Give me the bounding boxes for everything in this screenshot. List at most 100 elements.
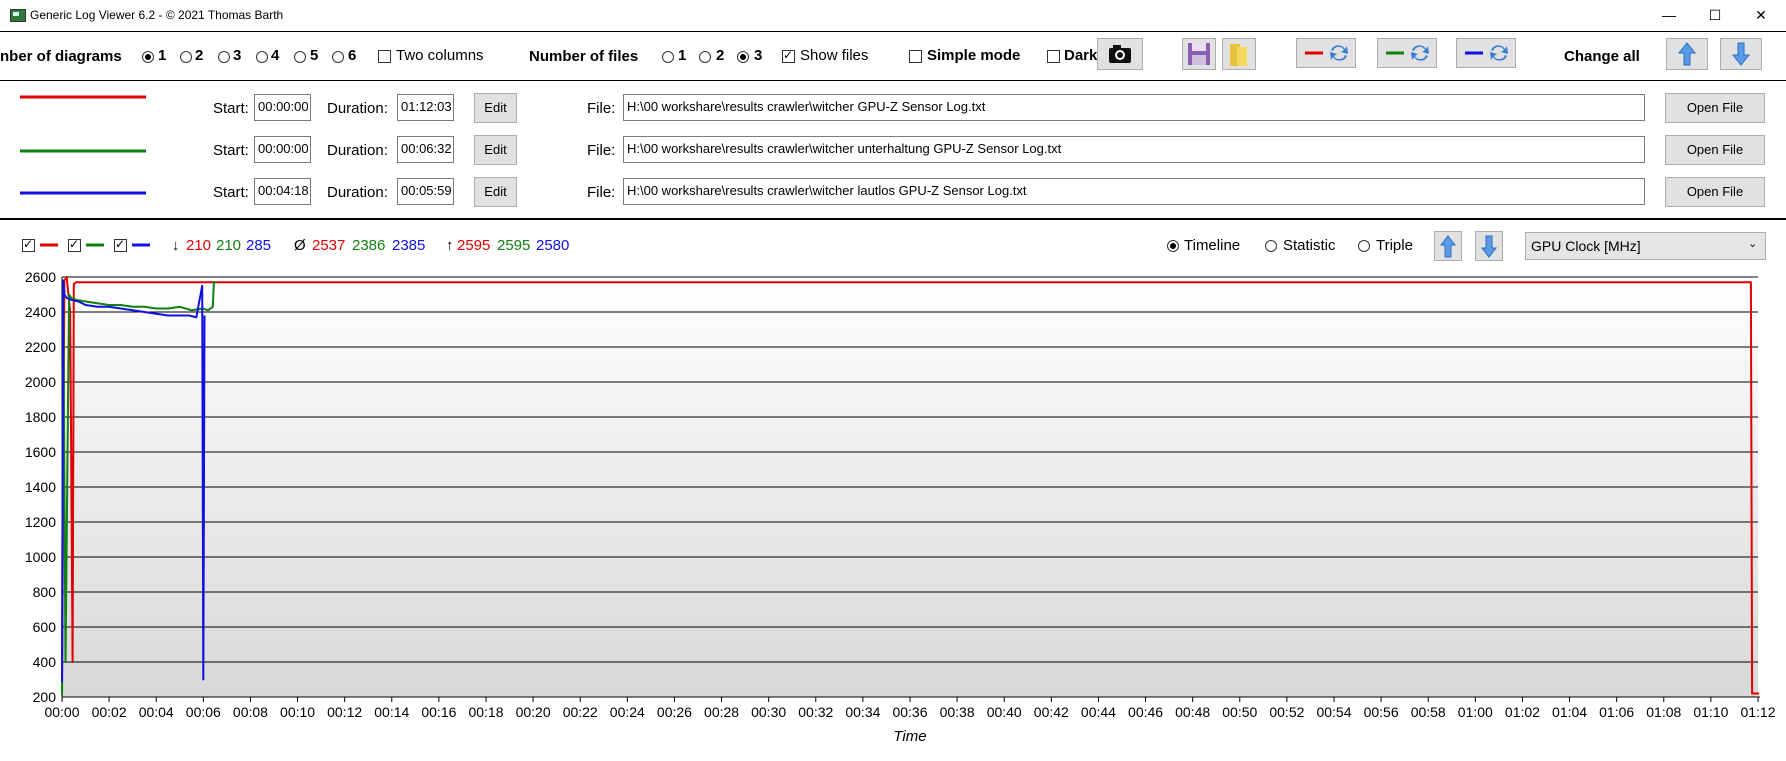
min-symbol: ↓: [172, 237, 180, 254]
simple-mode-checkbox[interactable]: [909, 50, 922, 63]
edit-button-green[interactable]: Edit: [474, 135, 517, 165]
y-tick-label: 2000: [25, 374, 56, 390]
x-tick-label: 01:00: [1458, 704, 1493, 720]
series-red-visible-checkbox[interactable]: [22, 237, 35, 252]
mode-radio-statistic[interactable]: [1265, 240, 1277, 252]
x-tick-label: 00:34: [845, 704, 880, 720]
toolbar: nber of diagrams 1 2 3 4 5 6 Two columns…: [0, 31, 1786, 81]
diagrams-option-3: 3: [233, 47, 242, 64]
diagrams-radio-5[interactable]: [294, 51, 306, 63]
start-field-blue[interactable]: 00:04:18: [254, 178, 311, 205]
diagrams-label: nber of diagrams: [0, 48, 122, 65]
camera-icon: [1109, 45, 1131, 63]
x-tick-label: 00:22: [563, 704, 598, 720]
file-path-blue[interactable]: H:\00 workshare\results crawler\witcher …: [623, 178, 1645, 205]
file-path-green[interactable]: H:\00 workshare\results crawler\witcher …: [623, 136, 1645, 163]
avg-blue: 2385: [392, 237, 426, 254]
duration-label: Duration:: [327, 100, 388, 117]
x-tick-label: 00:54: [1316, 704, 1351, 720]
dark-checkbox[interactable]: [1047, 50, 1060, 63]
avg-red: 2537: [312, 237, 346, 254]
x-tick-label: 00:00: [44, 704, 79, 720]
swap-green-series-button[interactable]: [1377, 38, 1437, 68]
start-label: Start:: [213, 100, 249, 117]
mode-radio-triple[interactable]: [1358, 240, 1370, 252]
edit-button-red[interactable]: Edit: [474, 93, 517, 123]
x-tick-label: 01:04: [1552, 704, 1587, 720]
x-tick-label: 00:10: [280, 704, 315, 720]
y-tick-label: 600: [33, 619, 57, 635]
file-label: File:: [587, 100, 616, 117]
y-tick-label: 2600: [25, 269, 56, 285]
move-up-button[interactable]: [1434, 231, 1462, 261]
dark-label: Dark: [1064, 47, 1098, 64]
x-tick-label: 01:10: [1693, 704, 1728, 720]
file-path-red[interactable]: H:\00 workshare\results crawler\witcher …: [623, 94, 1645, 121]
series-green-visible-checkbox[interactable]: [68, 237, 81, 252]
duration-field-red[interactable]: 01:12:03: [397, 94, 454, 121]
close-button[interactable]: ✕: [1738, 0, 1784, 31]
x-tick-label: 00:44: [1081, 704, 1116, 720]
x-tick-label: 00:28: [704, 704, 739, 720]
y-tick-label: 200: [33, 689, 57, 705]
y-tick-label: 2200: [25, 339, 56, 355]
mode-label-timeline: Timeline: [1184, 237, 1241, 254]
start-field-red[interactable]: 00:00:00: [254, 94, 311, 121]
x-tick-label: 00:02: [92, 704, 127, 720]
open-folder-button[interactable]: [1222, 38, 1256, 70]
mode-label-statistic: Statistic: [1283, 237, 1336, 254]
files-radio-1[interactable]: [662, 51, 674, 63]
files-radio-3[interactable]: [737, 51, 749, 63]
edit-button-blue[interactable]: Edit: [474, 177, 517, 207]
window-title: Generic Log Viewer 6.2 - © 2021 Thomas B…: [30, 8, 284, 22]
files-option-2: 2: [716, 47, 725, 64]
move-down-button[interactable]: [1475, 231, 1503, 261]
x-tick-label: 00:58: [1411, 704, 1446, 720]
swap-red-series-button[interactable]: [1296, 38, 1356, 68]
files-radio-2[interactable]: [699, 51, 711, 63]
sensor-select[interactable]: GPU Clock [MHz] ⌄: [1525, 232, 1766, 260]
max-green: 2595: [497, 237, 531, 254]
gpu-clock-chart: 200 400 600 800 1000 1200 1400 1600 1800 2000 2200…: [25, 269, 1776, 745]
x-tick-label: 01:12: [1740, 704, 1775, 720]
x-tick-label: 00:50: [1222, 704, 1257, 720]
start-label: Start:: [213, 142, 249, 159]
mode-radio-timeline[interactable]: [1167, 240, 1179, 252]
x-tick-label: 01:06: [1599, 704, 1634, 720]
max-red: 2595: [457, 237, 491, 254]
x-tick-label: 00:30: [751, 704, 786, 720]
move-down-all-button[interactable]: [1720, 38, 1762, 70]
minimize-button[interactable]: —: [1646, 0, 1692, 31]
show-files-checkbox[interactable]: [782, 48, 795, 63]
diagrams-option-2: 2: [195, 47, 204, 64]
duration-label: Duration:: [327, 142, 388, 159]
duration-field-blue[interactable]: 00:05:59: [397, 178, 454, 205]
screenshot-button[interactable]: [1097, 38, 1143, 70]
series-red-swatch: [20, 95, 146, 99]
diagrams-radio-2[interactable]: [180, 51, 192, 63]
avg-green: 2386: [352, 237, 386, 254]
two-columns-checkbox[interactable]: [378, 50, 391, 63]
y-tick-label: 1800: [25, 409, 56, 425]
save-button[interactable]: [1182, 38, 1216, 70]
x-tick-label: 00:56: [1364, 704, 1399, 720]
diagrams-radio-3[interactable]: [218, 51, 230, 63]
duration-field-green[interactable]: 00:06:32: [397, 136, 454, 163]
diagrams-radio-4[interactable]: [256, 51, 268, 63]
open-file-button-blue[interactable]: Open File: [1665, 177, 1765, 207]
start-field-green[interactable]: 00:00:00: [254, 136, 311, 163]
move-up-all-button[interactable]: [1666, 38, 1708, 70]
x-tick-label: 00:24: [610, 704, 645, 720]
open-file-button-red[interactable]: Open File: [1665, 93, 1765, 123]
diagrams-radio-1[interactable]: [142, 51, 154, 63]
maximize-button[interactable]: ☐: [1692, 0, 1738, 31]
diagrams-option-6: 6: [348, 47, 357, 64]
open-file-button-green[interactable]: Open File: [1665, 135, 1765, 165]
swap-blue-series-button[interactable]: [1456, 38, 1516, 68]
swap-blue-icon: [1465, 45, 1508, 61]
diagrams-radio-6[interactable]: [332, 51, 344, 63]
file-panel: Start: 00:00:00 Duration: 01:12:03 Edit …: [0, 80, 1786, 220]
show-files-label: Show files: [800, 47, 869, 64]
series-blue-visible-checkbox[interactable]: [114, 237, 127, 252]
min-blue: 285: [246, 237, 272, 254]
